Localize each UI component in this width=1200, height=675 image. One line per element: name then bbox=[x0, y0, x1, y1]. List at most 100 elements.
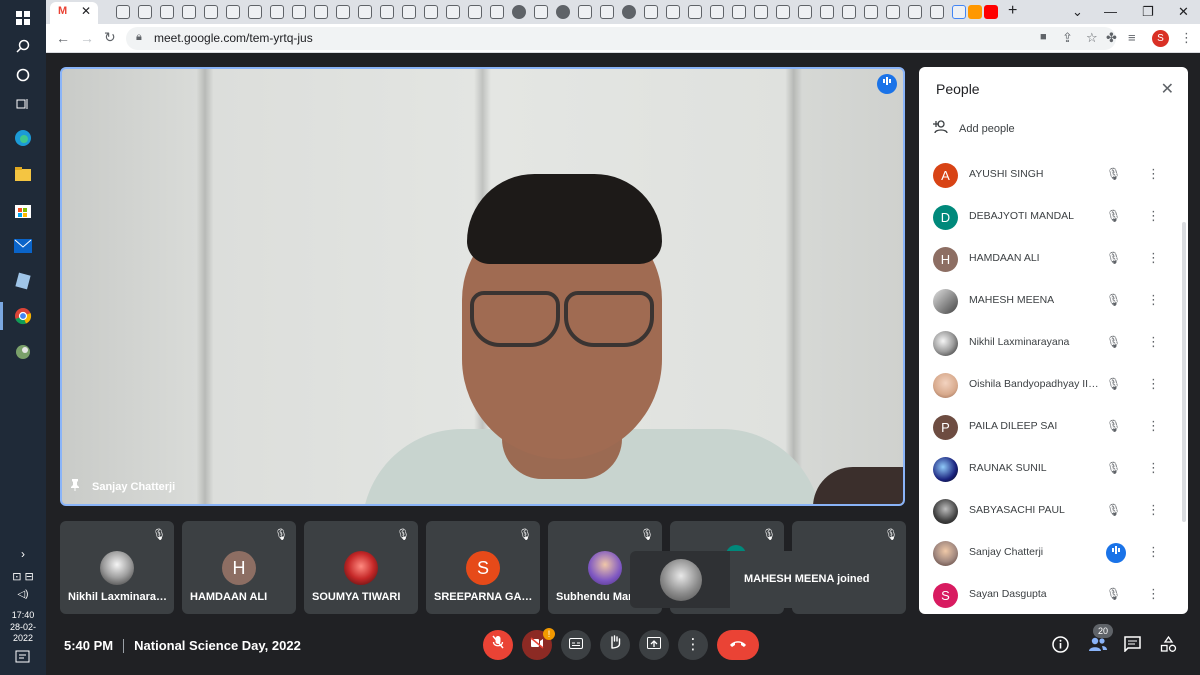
more-vert-icon[interactable]: ⋮ bbox=[1147, 586, 1160, 602]
tab-favicon[interactable] bbox=[270, 5, 284, 19]
close-tab-icon[interactable]: ✕ bbox=[81, 4, 91, 18]
participant-tile[interactable]: 🎙︎ H HAMDAAN ALI bbox=[182, 521, 296, 614]
tab-favicon[interactable] bbox=[490, 5, 504, 19]
camera-icon[interactable]: ■ bbox=[1040, 31, 1047, 43]
minimize-icon[interactable]: — bbox=[1104, 4, 1117, 19]
tab-favicon[interactable] bbox=[292, 5, 306, 19]
search-icon[interactable] bbox=[11, 34, 35, 58]
tab-favicon[interactable] bbox=[688, 5, 702, 19]
media-control-icon[interactable]: ≡ bbox=[1128, 30, 1136, 45]
google-tab-icon[interactable] bbox=[952, 5, 966, 19]
tab-favicon[interactable] bbox=[710, 5, 724, 19]
tab-favicon[interactable] bbox=[138, 5, 152, 19]
menu-icon[interactable]: ⋮ bbox=[1180, 30, 1193, 46]
more-vert-icon[interactable]: ⋮ bbox=[1147, 208, 1160, 224]
participant-row[interactable]: SABYASACHI PAUL 🎙︎ ⋮ bbox=[919, 490, 1179, 532]
store-icon[interactable] bbox=[11, 198, 35, 222]
tab-favicon[interactable] bbox=[968, 5, 982, 19]
more-vert-icon[interactable]: ⋮ bbox=[1147, 544, 1160, 560]
address-bar[interactable]: 🔒︎ meet.google.com/tem-yrtq-jus ■ ⇪ ☆ bbox=[126, 27, 1116, 50]
mic-off-icon[interactable]: 🎙︎ bbox=[1106, 419, 1121, 433]
more-vert-icon[interactable]: ⋮ bbox=[1147, 292, 1160, 308]
add-people-button[interactable]: Add people bbox=[933, 120, 1015, 137]
tab-favicon[interactable] bbox=[776, 5, 790, 19]
pin-icon[interactable] bbox=[70, 479, 80, 494]
tab-favicon[interactable] bbox=[248, 5, 262, 19]
youtube-tab-icon[interactable] bbox=[984, 5, 998, 19]
tab-favicon[interactable] bbox=[182, 5, 196, 19]
more-options-button[interactable]: ⋮ bbox=[678, 630, 708, 660]
more-vert-icon[interactable]: ⋮ bbox=[1147, 376, 1160, 392]
extensions-icon[interactable]: ✤ bbox=[1106, 30, 1117, 46]
participant-row[interactable]: P PAILA DILEEP SAI 🎙︎ ⋮ bbox=[919, 406, 1179, 448]
chat-icon[interactable] bbox=[1124, 636, 1141, 657]
chevron-up-icon[interactable]: › bbox=[11, 542, 35, 566]
mic-toggle-button[interactable] bbox=[483, 630, 513, 660]
back-icon[interactable]: ← bbox=[56, 30, 70, 46]
tab-favicon[interactable] bbox=[798, 5, 812, 19]
edge-icon[interactable] bbox=[11, 126, 35, 150]
active-tab[interactable]: M ✕ bbox=[50, 2, 98, 24]
end-call-button[interactable] bbox=[717, 630, 759, 660]
captions-button[interactable] bbox=[561, 630, 591, 660]
tab-favicon[interactable] bbox=[622, 5, 636, 19]
close-icon[interactable]: ✕ bbox=[1161, 79, 1174, 99]
tab-favicon[interactable] bbox=[446, 5, 460, 19]
tab-favicon[interactable] bbox=[512, 5, 526, 19]
tab-favicon[interactable] bbox=[578, 5, 592, 19]
volume-icon[interactable]: ◁) bbox=[11, 582, 35, 606]
windows-start-icon[interactable] bbox=[11, 6, 35, 30]
restore-icon[interactable]: ❐ bbox=[1142, 4, 1154, 20]
profile-avatar[interactable]: S bbox=[1152, 30, 1169, 47]
panel-scrollbar[interactable] bbox=[1182, 222, 1186, 522]
participant-row[interactable]: Sanjay Chatterji ⋮ bbox=[919, 532, 1179, 574]
participant-tile[interactable]: 🎙︎ SOUMYA TIWARI bbox=[304, 521, 418, 614]
tab-favicon[interactable] bbox=[116, 5, 130, 19]
tab-favicon[interactable] bbox=[380, 5, 394, 19]
participant-row[interactable]: Oishila Bandyopadhyay III... 🎙︎ ⋮ bbox=[919, 364, 1179, 406]
main-video-tile[interactable]: Sanjay Chatterji bbox=[60, 67, 905, 506]
more-vert-icon[interactable]: ⋮ bbox=[1147, 460, 1160, 476]
star-icon[interactable]: ☆ bbox=[1086, 30, 1098, 46]
mic-off-icon[interactable]: 🎙︎ bbox=[1106, 251, 1121, 265]
more-vert-icon[interactable]: ⋮ bbox=[1147, 418, 1160, 434]
tab-favicon[interactable] bbox=[930, 5, 944, 19]
tab-favicon[interactable] bbox=[226, 5, 240, 19]
participant-tile[interactable]: 🎙︎ Nikhil Laxminarayana bbox=[60, 521, 174, 614]
notebook-icon[interactable] bbox=[11, 269, 35, 293]
tab-favicon[interactable] bbox=[160, 5, 174, 19]
tab-favicon[interactable] bbox=[886, 5, 900, 19]
tab-favicon[interactable] bbox=[402, 5, 416, 19]
info-icon[interactable] bbox=[1052, 636, 1069, 658]
people-icon[interactable] bbox=[1088, 636, 1108, 657]
tab-favicon[interactable] bbox=[908, 5, 922, 19]
app-icon[interactable] bbox=[11, 340, 35, 364]
tab-favicon[interactable] bbox=[314, 5, 328, 19]
file-explorer-icon[interactable] bbox=[11, 162, 35, 186]
tab-favicon[interactable] bbox=[534, 5, 548, 19]
cortana-icon[interactable] bbox=[11, 63, 35, 87]
participant-row[interactable]: Nikhil Laxminarayana 🎙︎ ⋮ bbox=[919, 322, 1179, 364]
task-view-icon[interactable] bbox=[11, 92, 35, 116]
participant-row[interactable]: A AYUSHI SINGH 🎙︎ ⋮ bbox=[919, 154, 1179, 196]
forward-icon[interactable]: → bbox=[80, 30, 94, 46]
tab-favicon[interactable] bbox=[754, 5, 768, 19]
raise-hand-button[interactable] bbox=[600, 630, 630, 660]
chrome-icon[interactable] bbox=[11, 304, 35, 328]
tab-favicon[interactable] bbox=[358, 5, 372, 19]
notification-icon[interactable] bbox=[11, 645, 35, 669]
mic-off-icon[interactable]: 🎙︎ bbox=[1106, 461, 1121, 475]
mic-off-icon[interactable]: 🎙︎ bbox=[1106, 335, 1121, 349]
new-tab-icon[interactable]: + bbox=[1008, 2, 1017, 20]
tab-favicon[interactable] bbox=[204, 5, 218, 19]
mic-off-icon[interactable]: 🎙︎ bbox=[1106, 503, 1121, 517]
participant-row[interactable]: S Sayan Dasgupta 🎙︎ ⋮ bbox=[919, 574, 1179, 614]
tab-favicon[interactable] bbox=[600, 5, 614, 19]
activities-icon[interactable] bbox=[1160, 635, 1177, 658]
tab-favicon[interactable] bbox=[842, 5, 856, 19]
tab-favicon[interactable] bbox=[666, 5, 680, 19]
more-vert-icon[interactable]: ⋮ bbox=[1147, 502, 1160, 518]
more-vert-icon[interactable]: ⋮ bbox=[1147, 166, 1160, 182]
mic-off-icon[interactable]: 🎙︎ bbox=[1106, 293, 1121, 307]
tab-favicon[interactable] bbox=[468, 5, 482, 19]
